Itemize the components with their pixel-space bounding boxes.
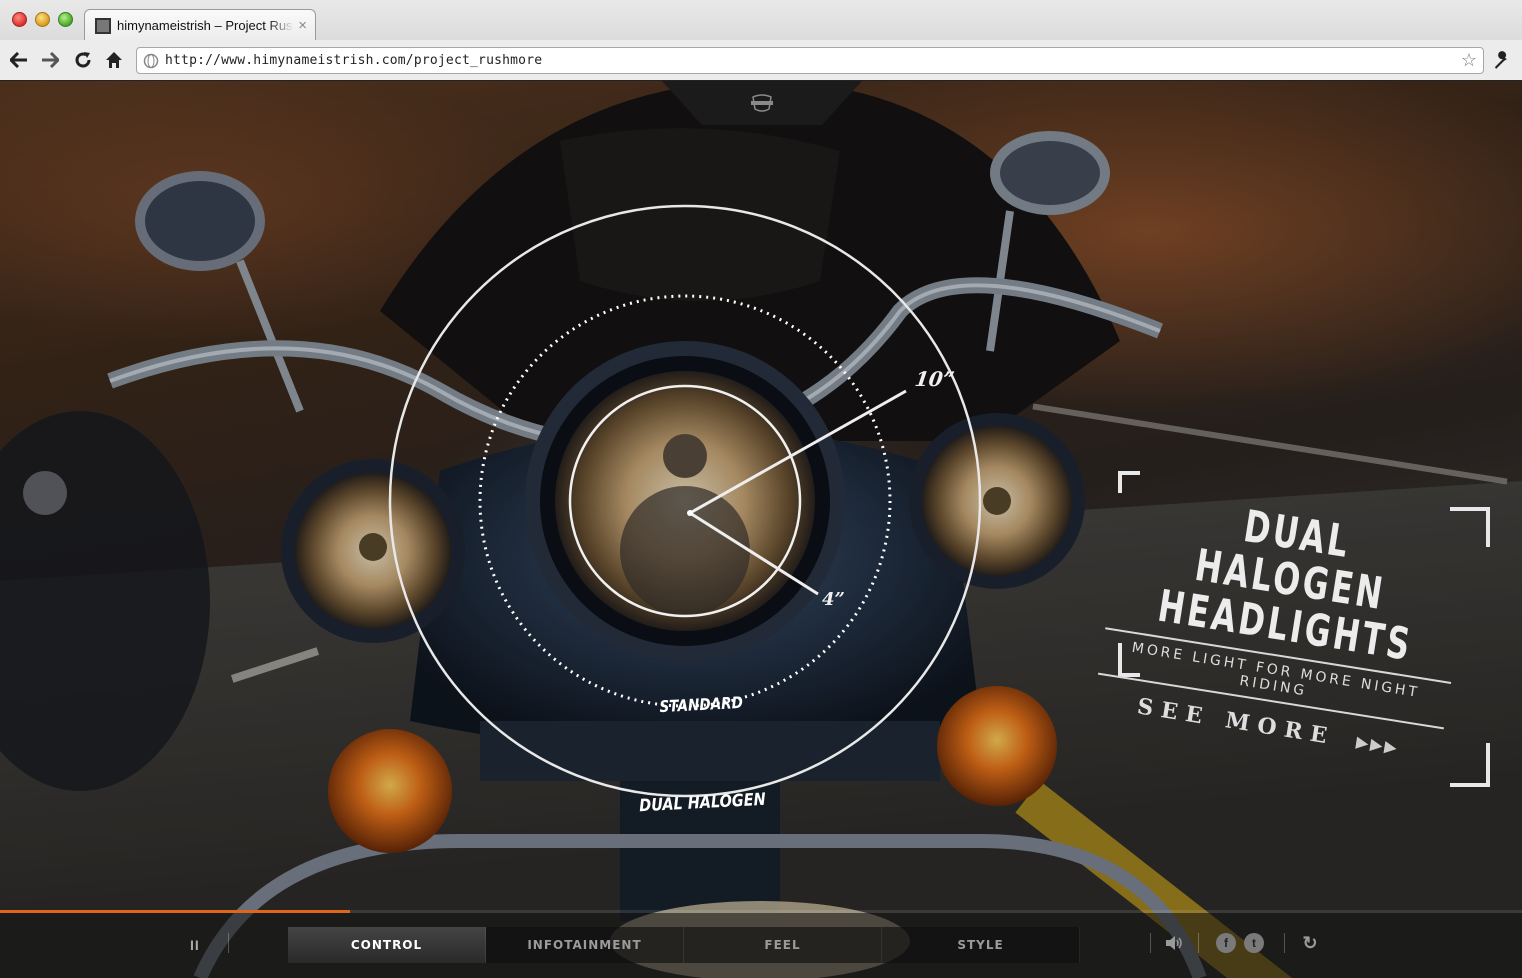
twitter-icon[interactable]: t — [1244, 933, 1264, 953]
address-bar[interactable]: http://www.himynameistrish.com/project_r… — [136, 47, 1484, 74]
callout-content: DUAL HALOGEN HEADLIGHTS MORE LIGHT FOR M… — [1092, 485, 1474, 767]
reload-button[interactable] — [70, 47, 96, 73]
browser-tab[interactable]: himynameistrish – Project Rushmore × — [84, 9, 316, 41]
tab-infotainment[interactable]: INFOTAINMENT — [486, 927, 684, 963]
facebook-icon[interactable]: f — [1216, 933, 1236, 953]
see-more-arrows-icon: ▶▶▶ — [1354, 731, 1401, 757]
tab-style[interactable]: STYLE — [882, 927, 1080, 963]
url-text: http://www.himynameistrish.com/project_r… — [165, 53, 543, 68]
pause-button[interactable]: II — [190, 937, 200, 953]
tab-feel[interactable]: FEEL — [684, 927, 882, 963]
divider — [1284, 933, 1285, 953]
globe-icon — [143, 53, 159, 68]
see-more-label: SEE MORE — [1135, 693, 1337, 751]
wrench-icon — [1495, 51, 1507, 69]
hero-section: 10” 4” STANDARD DUAL HALOGEN DUAL HALOGE… — [0, 81, 1522, 978]
browser-chrome: himynameistrish – Project Rushmore × — [0, 0, 1522, 80]
back-arrow-icon — [10, 52, 27, 68]
label-4-inch: 4” — [822, 589, 845, 610]
bracket-bottom-right — [1450, 743, 1490, 787]
home-button[interactable] — [101, 47, 127, 73]
reload-icon — [75, 52, 91, 68]
bookmark-star-icon[interactable]: ☆ — [1461, 50, 1477, 71]
speaker-icon — [1166, 936, 1182, 950]
home-icon — [106, 52, 122, 68]
favicon-icon — [95, 17, 111, 34]
replay-icon[interactable]: ↻ — [1300, 933, 1320, 953]
zoom-window-button[interactable] — [58, 12, 73, 27]
divider — [1198, 933, 1199, 953]
bar-and-shield-icon — [751, 94, 773, 112]
sound-button[interactable] — [1164, 933, 1184, 953]
tab-title: himynameistrish – Project Rushmore — [117, 18, 294, 33]
forward-button[interactable] — [37, 47, 63, 73]
section-tabs: CONTROL INFOTAINMENT FEEL STYLE — [288, 927, 1080, 963]
back-button[interactable] — [6, 47, 32, 73]
tab-close-icon[interactable]: × — [298, 17, 307, 34]
feature-callout: DUAL HALOGEN HEADLIGHTS MORE LIGHT FOR M… — [1097, 471, 1490, 791]
close-window-button[interactable] — [12, 12, 27, 27]
bottom-nav-bar: II CONTROL INFOTAINMENT FEEL STYLE f t ↻ — [0, 913, 1522, 978]
tab-control[interactable]: CONTROL — [288, 927, 486, 963]
label-10-inch: 10” — [913, 367, 957, 391]
forward-arrow-icon — [42, 52, 59, 68]
wrench-menu-button[interactable] — [1489, 47, 1515, 73]
minimize-window-button[interactable] — [35, 12, 50, 27]
divider — [1150, 933, 1151, 953]
divider — [228, 933, 229, 953]
